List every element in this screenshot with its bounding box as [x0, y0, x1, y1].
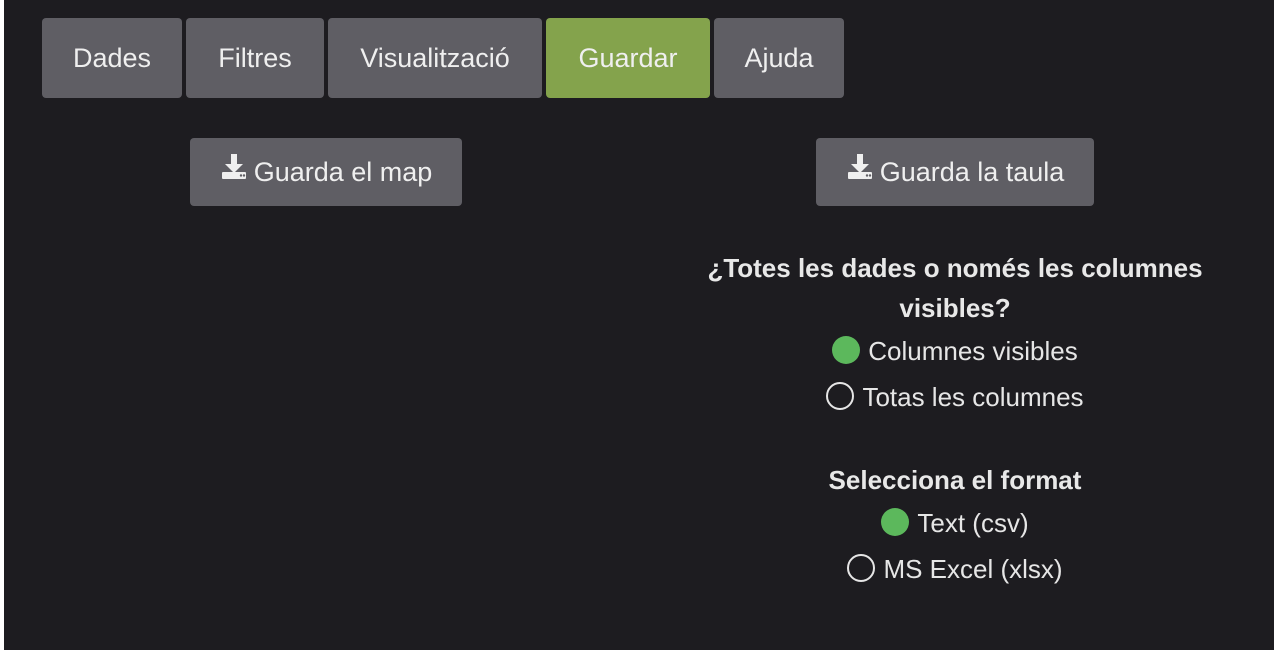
- radio-checked-icon[interactable]: [881, 508, 910, 537]
- radio-checked-icon[interactable]: [832, 336, 861, 365]
- radio-unchecked-icon[interactable]: [826, 382, 855, 411]
- download-icon: [220, 137, 248, 205]
- save-table-button[interactable]: Guarda la taula: [816, 138, 1094, 206]
- radio-label: Totas les columnes: [862, 382, 1084, 412]
- tab-guardar[interactable]: Guardar: [546, 18, 710, 98]
- tab-ajuda[interactable]: Ajuda: [714, 18, 844, 98]
- radio-option-visible-columns[interactable]: Columnes visibles: [680, 328, 1230, 374]
- radio-unchecked-icon[interactable]: [847, 554, 876, 583]
- save-map-button[interactable]: Guarda el map: [190, 138, 462, 206]
- columns-question: ¿Totes les dades o només les columnes vi…: [707, 253, 1203, 323]
- tab-visualitzacio[interactable]: Visualització: [328, 18, 542, 98]
- radio-label: Text (csv): [917, 508, 1029, 538]
- download-icon: [846, 137, 874, 205]
- radio-label: MS Excel (xlsx): [883, 554, 1063, 584]
- radio-option-all-columns[interactable]: Totas les columnes: [680, 374, 1230, 420]
- save-panel: Dades Filtres Visualització Guardar Ajud…: [4, 0, 1274, 650]
- radio-option-csv[interactable]: Text (csv): [680, 500, 1230, 546]
- radio-label: Columnes visibles: [868, 336, 1078, 366]
- format-title: Selecciona el format: [828, 465, 1082, 495]
- table-save-options: ¿Totes les dades o només les columnes vi…: [680, 248, 1230, 592]
- tab-filtres[interactable]: Filtres: [186, 18, 324, 98]
- save-table-label: Guarda la taula: [879, 157, 1065, 187]
- save-map-label: Guarda el map: [253, 157, 433, 187]
- tab-dades[interactable]: Dades: [42, 18, 182, 98]
- radio-option-xlsx[interactable]: MS Excel (xlsx): [680, 546, 1230, 592]
